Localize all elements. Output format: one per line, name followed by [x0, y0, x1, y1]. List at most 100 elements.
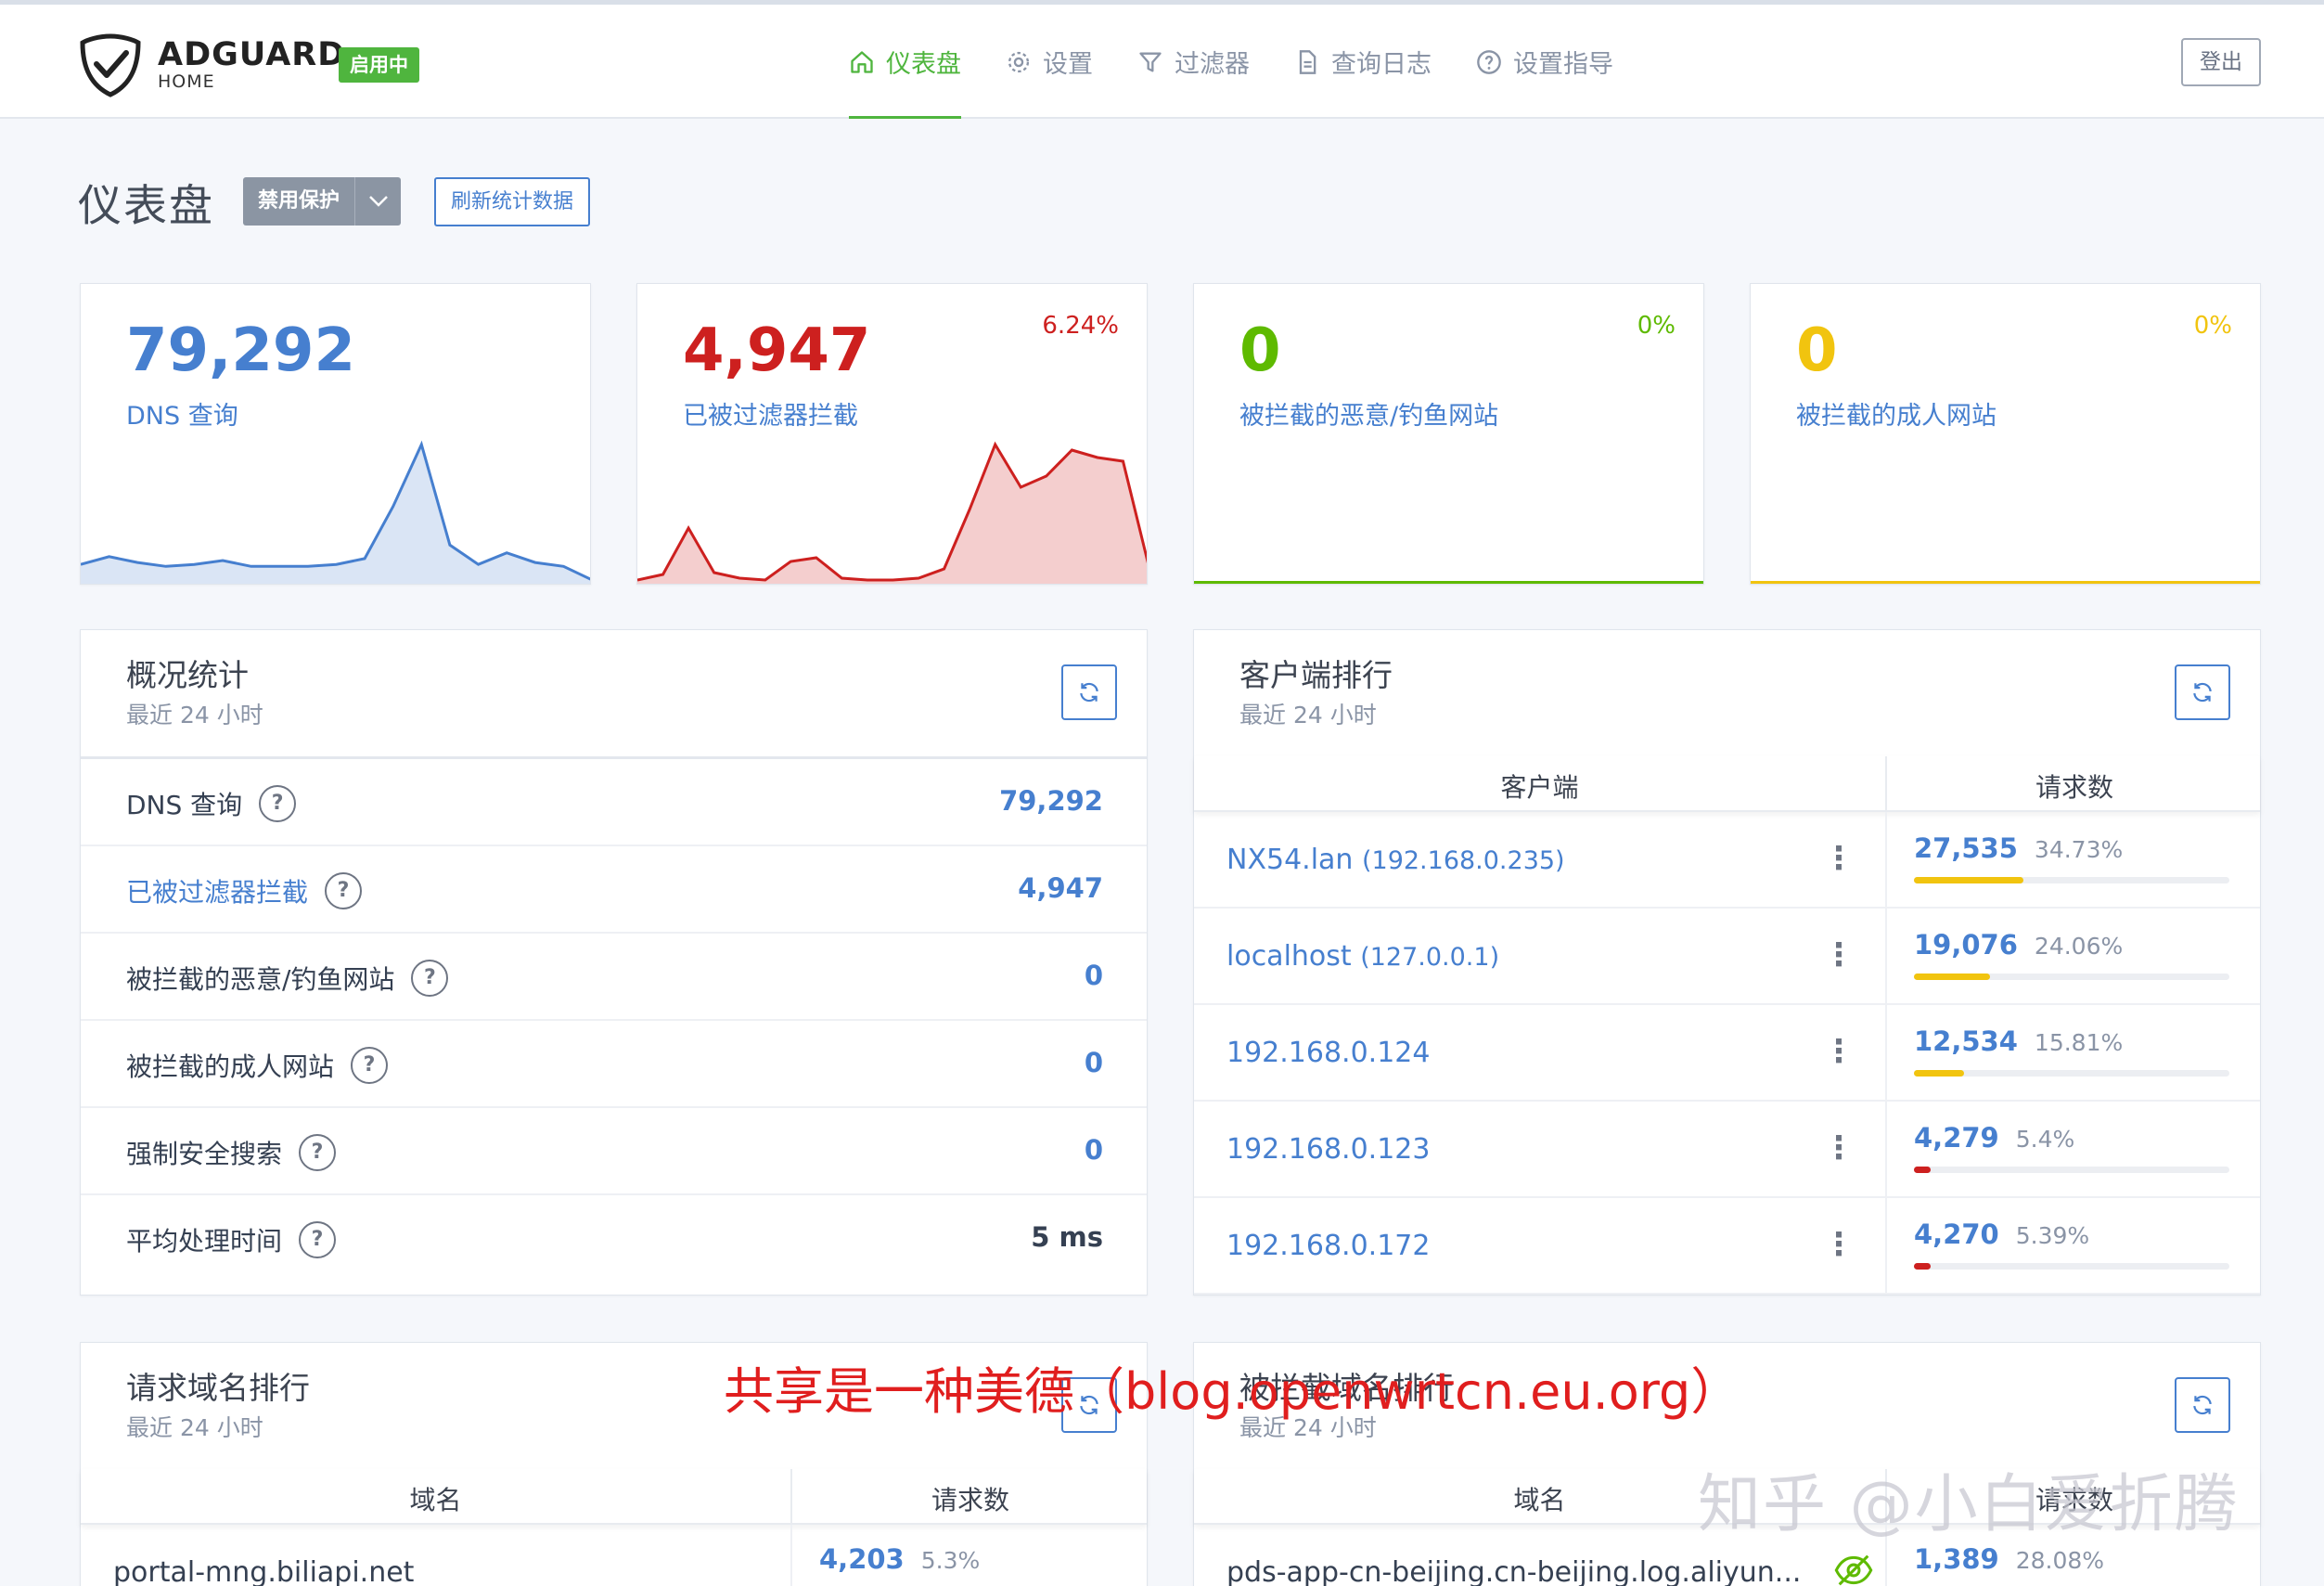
client-name[interactable]: localhost (127.0.0.1): [1226, 940, 1499, 973]
refresh-stats-button[interactable]: 刷新统计数据: [434, 177, 591, 226]
help-circle-icon: [1477, 49, 1501, 74]
dns-queries-sparkline: [81, 440, 590, 584]
zhihu-watermark-text: 知乎 @小白爱折腾: [1698, 1468, 2240, 1541]
row-label: 平均处理时间: [126, 1226, 283, 1257]
stat-label: 被拦截的成人网站: [1796, 402, 1997, 431]
domain-name[interactable]: pds-app-cn-beijing.cn-beijing.log.aliyun…: [1226, 1556, 1801, 1586]
nav-setup-guide[interactable]: 设置指导: [1476, 5, 1613, 119]
stat-row-malware-blocked: 被拦截的恶意/钓鱼网站? 0: [81, 934, 1147, 1021]
sparkline-area: [81, 445, 590, 584]
document-icon: [1299, 49, 1316, 74]
table-row: portal-mng.biliapi.net 4,203 5.3%: [81, 1525, 1147, 1586]
nav-label: 设置: [1043, 50, 1093, 79]
general-statistics-panel: 概况统计 最近 24 小时 DNS 查询? 79,292 已被过滤器拦截? 4,…: [80, 629, 1148, 1296]
help-icon[interactable]: ?: [259, 785, 297, 822]
more-options-icon[interactable]: ⋮: [1823, 1129, 1855, 1167]
page-title: 仪表盘: [78, 181, 214, 232]
nav-label: 过滤器: [1175, 50, 1250, 79]
share-bar-fill: [1914, 1167, 1932, 1173]
stat-value: 4,947: [683, 316, 871, 385]
card-baseline: [1194, 581, 1703, 584]
status-badge: 启用中: [339, 47, 419, 83]
column-header-client[interactable]: 客户端: [1194, 767, 1885, 805]
panel-title: 请求域名排行: [126, 1370, 310, 1406]
client-name[interactable]: 192.168.0.124: [1226, 1037, 1430, 1069]
help-icon[interactable]: ?: [325, 872, 363, 909]
row-label: 被拦截的成人网站: [126, 1051, 335, 1082]
app-header: ADGUARD HOME 启用中 仪表盘 设置 过滤器 查询日志 设置指导 登出: [0, 5, 2324, 119]
card-baseline: [1751, 581, 2260, 584]
refresh-icon: [1080, 682, 1098, 703]
share-bar: [1914, 1167, 2229, 1173]
stat-percent: 0%: [1637, 312, 1676, 340]
more-options-icon[interactable]: ⋮: [1823, 840, 1855, 877]
client-name[interactable]: 192.168.0.172: [1226, 1230, 1430, 1262]
share-bar-fill: [1914, 877, 2024, 883]
client-name[interactable]: NX54.lan (192.168.0.235): [1226, 844, 1565, 876]
request-count: 12,534 15.81%: [1914, 1025, 2124, 1057]
panel-subtitle: 最近 24 小时: [126, 702, 263, 729]
more-options-icon[interactable]: ⋮: [1823, 1033, 1855, 1070]
request-count: 4,203 5.3%: [819, 1543, 981, 1575]
share-bar: [1914, 877, 2229, 883]
logout-button[interactable]: 登出: [2181, 38, 2261, 86]
disable-protection-button[interactable]: 禁用保护: [243, 177, 402, 226]
nav-label: 设置指导: [1513, 50, 1613, 79]
column-header-requests[interactable]: 请求数: [1887, 767, 2262, 805]
nav-settings[interactable]: 设置: [1006, 5, 1093, 119]
more-options-icon[interactable]: ⋮: [1823, 936, 1855, 974]
filter-icon: [1139, 52, 1162, 72]
nav-filters[interactable]: 过滤器: [1137, 5, 1250, 119]
help-icon[interactable]: ?: [299, 1134, 337, 1171]
request-count: 4,270 5.39%: [1914, 1219, 2090, 1250]
eye-off-icon[interactable]: [1834, 1554, 1873, 1586]
gear-icon: [1008, 51, 1030, 72]
domain-name[interactable]: portal-mng.biliapi.net: [113, 1556, 414, 1586]
nav-dashboard[interactable]: 仪表盘: [849, 5, 961, 119]
request-count: 19,076 24.06%: [1914, 929, 2124, 961]
chevron-down-icon[interactable]: [354, 177, 401, 226]
refresh-button[interactable]: [1061, 664, 1117, 720]
panel-subtitle: 最近 24 小时: [1239, 702, 1377, 729]
request-count: 27,535 34.73%: [1914, 832, 2124, 864]
row-value: 0: [1084, 1047, 1103, 1078]
row-value: 79,292: [999, 785, 1103, 817]
client-row: NX54.lan (192.168.0.235) ⋮ 27,535 34.73%: [1194, 812, 2260, 909]
panel-title: 客户端排行: [1239, 657, 1393, 693]
stat-row-blocked-filters: 已被过滤器拦截? 4,947: [81, 846, 1147, 934]
stat-row-safe-search: 强制安全搜索? 0: [81, 1108, 1147, 1195]
stat-label: 已被过滤器拦截: [683, 402, 858, 431]
main-nav: 仪表盘 设置 过滤器 查询日志 设置指导: [849, 5, 1658, 119]
stat-card-adult-blocked: 0 被拦截的成人网站 0%: [1750, 283, 2261, 585]
adguard-shield-logo[interactable]: [78, 32, 143, 97]
sparkline-area: [637, 445, 1147, 584]
stat-label: DNS 查询: [126, 402, 238, 431]
help-icon[interactable]: ?: [411, 960, 449, 997]
panel-subtitle: 最近 24 小时: [126, 1414, 263, 1441]
share-bar-fill: [1914, 1263, 1932, 1270]
share-bar-fill: [1914, 1070, 1964, 1077]
stat-row-dns-queries: DNS 查询? 79,292: [81, 759, 1147, 846]
help-icon[interactable]: ?: [299, 1221, 337, 1258]
row-value: 4,947: [1018, 872, 1103, 904]
clients-table-header: 客户端 请求数: [1194, 756, 2260, 812]
stat-value: 0: [1239, 316, 1281, 385]
row-label[interactable]: 已被过滤器拦截: [126, 872, 308, 909]
stat-card-blocked-filters: 4,947 已被过滤器拦截 6.24%: [636, 283, 1148, 585]
refresh-icon: [2193, 1395, 2212, 1415]
disable-protection-label: 禁用保护: [258, 189, 340, 213]
row-label: 强制安全搜索: [126, 1139, 283, 1169]
row-value: 0: [1084, 960, 1103, 991]
top-clients-panel: 客户端排行 最近 24 小时 客户端 请求数 NX54.lan (192.168…: [1193, 629, 2261, 1296]
refresh-button[interactable]: [2175, 664, 2230, 720]
refresh-icon: [2193, 682, 2212, 703]
row-value: 0: [1084, 1134, 1103, 1166]
nav-query-log[interactable]: 查询日志: [1294, 5, 1432, 119]
refresh-button[interactable]: [2175, 1377, 2230, 1433]
help-icon[interactable]: ?: [351, 1047, 389, 1084]
column-header-requests[interactable]: 请求数: [792, 1480, 1149, 1517]
client-name[interactable]: 192.168.0.123: [1226, 1133, 1430, 1166]
column-header-domain[interactable]: 域名: [81, 1480, 790, 1517]
more-options-icon[interactable]: ⋮: [1823, 1226, 1855, 1263]
row-value: 5 ms: [1031, 1221, 1103, 1253]
